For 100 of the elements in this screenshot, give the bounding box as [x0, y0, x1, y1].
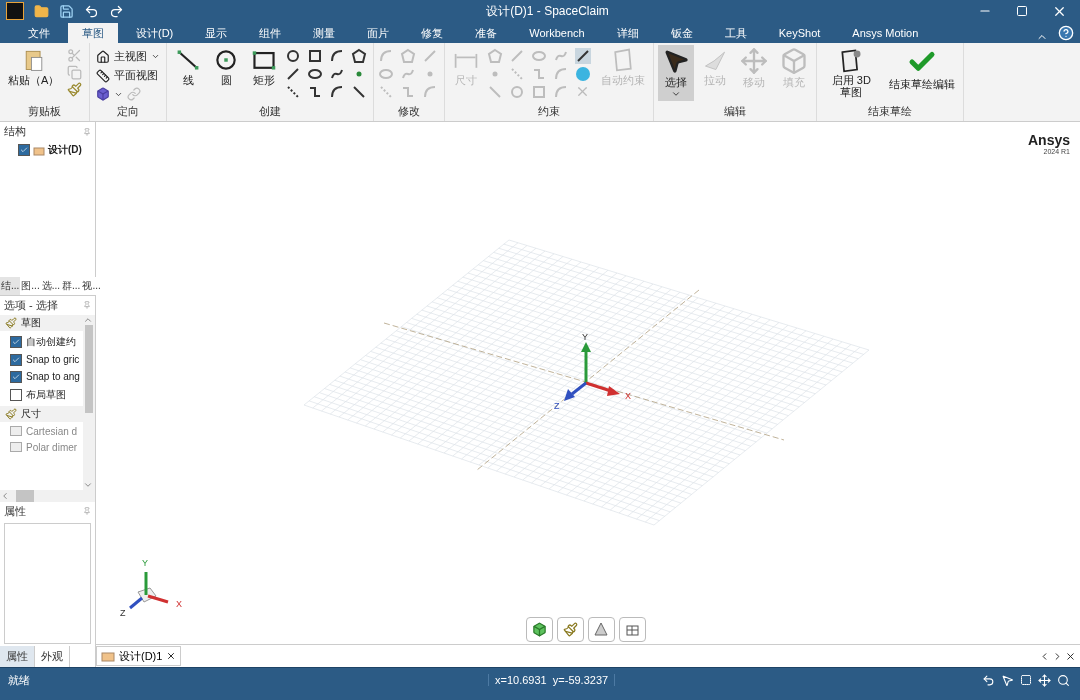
help-icon[interactable] — [1058, 25, 1074, 41]
caret-icon — [151, 52, 161, 61]
option-label: Polar dimer — [26, 441, 78, 453]
ribbon-button[interactable]: 矩形 — [247, 45, 282, 89]
line-icon[interactable] — [575, 48, 592, 64]
axis-label: Z — [120, 608, 126, 618]
panel-title: 属性 — [4, 503, 26, 519]
logo-text: Ansys — [1027, 132, 1070, 148]
ribbon-tab[interactable]: Workbench — [515, 23, 599, 43]
coordinates-readout: x=10.6931 y=-59.3237 — [488, 674, 616, 686]
section-icon — [5, 407, 17, 420]
status-message: 就绪 — [7, 672, 31, 688]
ribbon-tab[interactable]: 工具 — [710, 23, 761, 43]
checkbox[interactable] — [10, 370, 22, 383]
checkbox[interactable] — [10, 335, 22, 348]
option-label: 布局草图 — [26, 387, 66, 402]
ribbon-tab[interactable]: 草图 — [68, 23, 118, 43]
folder-icon[interactable] — [34, 3, 49, 19]
option-label: 自动创建约 — [26, 334, 76, 349]
scrollbar-thumb[interactable] — [16, 489, 34, 502]
pin-icon[interactable] — [83, 301, 91, 309]
design-icon — [33, 144, 45, 156]
group-label: 编辑 — [723, 104, 748, 119]
move-icon — [740, 47, 769, 75]
group-label: 修改 — [397, 104, 422, 119]
ribbon-tab[interactable]: 显示 — [191, 23, 242, 43]
ribbon-tab[interactable]: 钣金 — [656, 23, 707, 43]
sketch-button[interactable] — [557, 617, 584, 642]
circle-icon[interactable] — [285, 48, 302, 64]
cursor-icon[interactable] — [1001, 673, 1014, 687]
ribbon-button[interactable]: 启用 3D 草图 — [821, 45, 882, 101]
group-label: 剪贴板 — [27, 104, 63, 119]
group-label: 创建 — [258, 104, 283, 119]
ribbon-button[interactable]: 圆 — [209, 45, 244, 89]
ribbon-tab[interactable]: Ansys Motion — [838, 23, 933, 43]
section-icon — [5, 316, 17, 329]
panel-tab[interactable]: 属性 — [0, 646, 35, 667]
pin-icon[interactable] — [83, 127, 91, 136]
group-label: 定向 — [116, 104, 141, 119]
group-label: 结束草绘 — [867, 104, 914, 119]
option-label: Snap to gric — [26, 354, 80, 365]
panel-tab[interactable]: 结... — [0, 276, 21, 295]
ribbon-button[interactable]: 线 — [171, 45, 206, 89]
grid-button[interactable] — [619, 617, 646, 642]
redo-icon[interactable] — [109, 3, 124, 19]
selection-box-icon[interactable] — [1020, 674, 1032, 686]
panel-title: 结构 — [4, 124, 26, 139]
app-logo-icon — [6, 2, 24, 20]
option-icon — [10, 442, 22, 452]
ribbon-button[interactable]: 粘贴（A） — [4, 45, 64, 89]
view-triad-drawing — [129, 572, 169, 610]
save-icon[interactable] — [59, 3, 74, 19]
square-icon[interactable] — [307, 48, 324, 64]
ribbon-tab[interactable]: 准备 — [461, 23, 512, 43]
scrollbar-thumb[interactable] — [85, 324, 93, 413]
ribbon-button[interactable]: 选择 — [658, 45, 695, 102]
document-tab[interactable]: 设计(D)1 — [96, 646, 182, 666]
ribbon-tab[interactable]: 修复 — [407, 23, 458, 43]
section-title: 尺寸 — [21, 406, 41, 421]
option-label: Snap to ang — [26, 371, 80, 382]
axis-label: Y — [582, 332, 588, 342]
cube-icon — [96, 87, 111, 101]
brush-icon — [563, 622, 578, 637]
panel-title: 选项 - 选择 — [4, 297, 58, 313]
ellipse-icon[interactable] — [307, 66, 324, 82]
plan-view-button[interactable]: 平面视图 — [94, 67, 163, 84]
ribbon-tab[interactable]: 设计(D) — [122, 23, 188, 43]
design-icon — [101, 650, 115, 662]
scroll-left-icon[interactable] — [0, 490, 10, 501]
home-view-button[interactable]: 主视图 — [94, 48, 163, 65]
checkbox[interactable] — [18, 144, 30, 156]
ribbon-tab[interactable]: 测量 — [299, 23, 350, 43]
maximize-icon — [1016, 5, 1028, 17]
close-icon[interactable] — [1065, 650, 1076, 662]
axis-label: Z — [554, 401, 560, 411]
pan-icon[interactable] — [1038, 673, 1051, 687]
undo-icon[interactable] — [84, 3, 99, 19]
ribbon-button[interactable]: 结束草绘编辑 — [885, 45, 960, 93]
checkbox[interactable] — [10, 388, 22, 401]
ribbon-tab[interactable]: 详细 — [602, 23, 653, 43]
ribbon-tab[interactable]: 面片 — [353, 23, 404, 43]
rotate-icon[interactable] — [982, 673, 995, 687]
home-icon — [96, 49, 111, 64]
checkbox[interactable] — [10, 353, 22, 366]
solid-view-button[interactable] — [526, 617, 553, 642]
line-icon[interactable] — [285, 66, 302, 82]
brush-icon[interactable] — [67, 82, 83, 97]
grid-icon — [625, 622, 640, 637]
ribbon-tab[interactable]: 组件 — [245, 23, 296, 43]
panel-tab[interactable]: 视... — [81, 276, 102, 295]
ribbon-tab[interactable]: KeyShot — [764, 23, 835, 43]
zoom-icon[interactable] — [1057, 673, 1070, 687]
pin-icon[interactable] — [83, 507, 91, 515]
section-button[interactable] — [588, 617, 615, 642]
tree-item[interactable]: 设计(D) — [48, 143, 82, 157]
box-icon — [780, 47, 809, 75]
link-icon — [127, 87, 142, 101]
polygon-icon[interactable] — [351, 48, 368, 64]
axis-label: X — [625, 391, 631, 401]
ribbon-tab[interactable]: 文件 — [14, 23, 64, 43]
